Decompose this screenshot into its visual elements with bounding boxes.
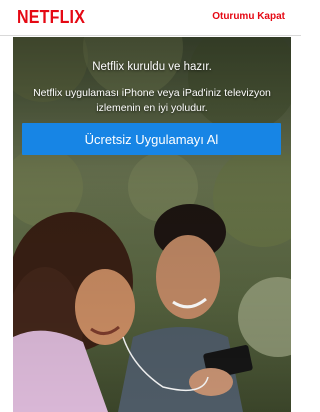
netflix-logo[interactable]: NETFLIX xyxy=(17,8,85,29)
sign-out-link[interactable]: Oturumu Kapat xyxy=(212,11,285,22)
top-bar: NETFLIX Oturumu Kapat xyxy=(0,0,301,36)
app-promo-text: Netflix uygulaması iPhone veya iPad'iniz… xyxy=(33,87,271,114)
get-free-app-button[interactable]: Ücretsiz Uygulamayı Al xyxy=(22,123,281,155)
installed-message: Netflix kuruldu ve hazır. xyxy=(92,61,212,73)
hero-banner: Netflix kuruldu ve hazır. Netflix uygula… xyxy=(13,37,291,412)
